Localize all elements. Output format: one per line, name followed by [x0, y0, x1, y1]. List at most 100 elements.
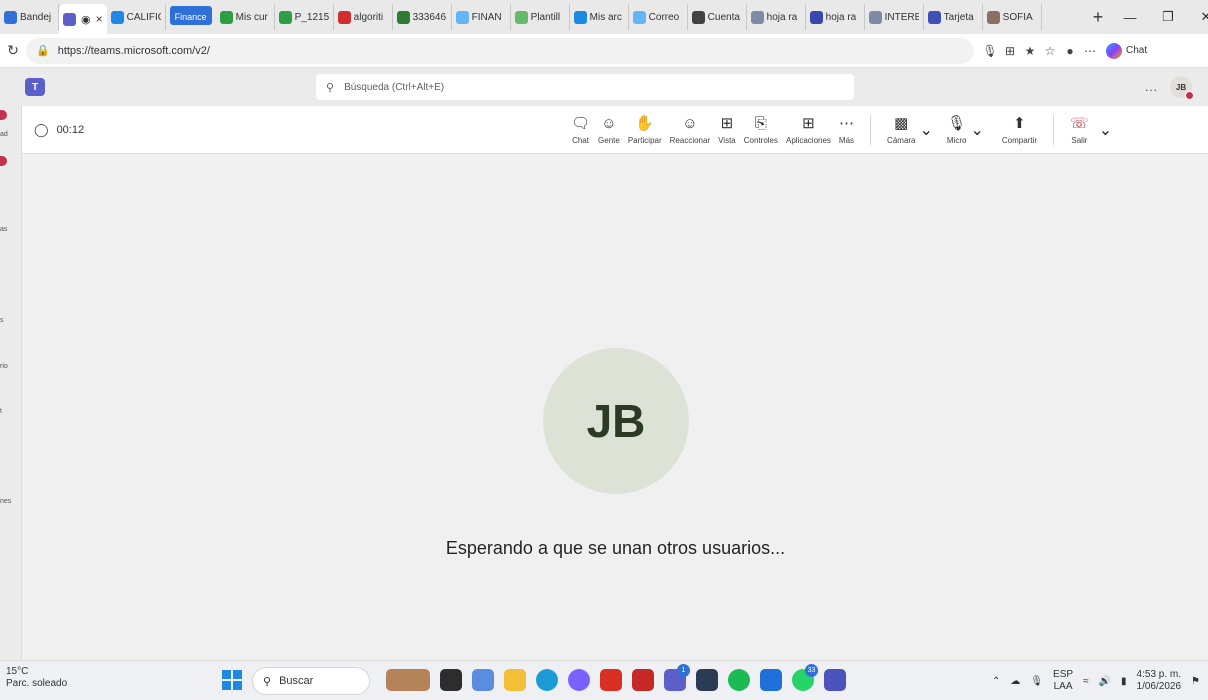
teams-more-button[interactable]: ...	[1145, 80, 1158, 94]
tab[interactable]: Correo	[629, 4, 688, 30]
weather-temp: 15°C	[6, 666, 29, 677]
tab[interactable]: Cuenta	[688, 4, 747, 30]
tab-label: 333646	[412, 11, 447, 23]
copilot-app-icon[interactable]	[568, 669, 590, 691]
tab[interactable]: P_1215	[275, 4, 334, 30]
copilot-icon	[1106, 42, 1122, 59]
minimize-icon[interactable]: —	[1111, 10, 1149, 25]
battery-icon[interactable]: ▮	[1121, 676, 1127, 687]
control-more-button[interactable]: ⋯ Más	[835, 106, 858, 154]
file-explorer-icon[interactable]	[504, 669, 526, 691]
outlook-icon[interactable]	[760, 669, 782, 691]
browser-menu-icon[interactable]: ⋯	[1080, 44, 1100, 58]
tab[interactable]: hoja ra	[747, 4, 806, 30]
tab[interactable]: INTERE	[865, 4, 924, 30]
favorite-star-icon[interactable]: ★	[1020, 44, 1040, 58]
rail-item-label[interactable]: rio	[0, 363, 8, 370]
tab-label: Mis arc	[589, 11, 622, 23]
share-button[interactable]: ⬆ Compartir	[998, 106, 1041, 154]
mic-button[interactable]: 🎙 Micro	[943, 106, 971, 154]
tab-active[interactable]: ◉ ×	[59, 4, 107, 34]
tab[interactable]: Bandej	[0, 4, 59, 30]
leave-options-chevron-icon[interactable]: ⌄	[1099, 120, 1112, 140]
spotify-icon[interactable]	[728, 669, 750, 691]
rail-item-label[interactable]: s	[0, 317, 4, 324]
edge-browser-icon[interactable]	[536, 669, 558, 691]
close-tab-icon[interactable]: ×	[96, 12, 103, 26]
reload-icon[interactable]: ↻	[0, 42, 26, 59]
control-add-apps-button[interactable]: ⊞ Aplicaciones	[782, 106, 835, 154]
new-tab-button[interactable]: +	[1085, 7, 1111, 28]
tab[interactable]: Plantill	[511, 4, 570, 30]
tab[interactable]: 333646	[393, 4, 452, 30]
control-chat-button[interactable]: 🗨 Chat	[567, 106, 594, 154]
cloud-icon[interactable]: ☁	[1010, 676, 1020, 687]
tab[interactable]: Tarjeta	[924, 4, 983, 30]
tab[interactable]: FINAN	[452, 4, 511, 30]
control-grid-button[interactable]: ⊞ Vista	[714, 106, 740, 154]
tab[interactable]: Mis arc	[570, 4, 629, 30]
favorites-list-icon[interactable]: ☆	[1040, 44, 1060, 58]
tray-mic-icon[interactable]: 🎙	[1030, 676, 1043, 687]
rail-item-label[interactable]: t	[0, 408, 2, 415]
tab[interactable]: SOFIA	[983, 4, 1042, 30]
control-raise-hand-button[interactable]: ✋ Participar	[624, 106, 666, 154]
microphone-icon[interactable]: 🎙	[980, 44, 1000, 58]
store-app-icon[interactable]	[696, 669, 718, 691]
control-controls-button[interactable]: ⎘ Controles	[740, 106, 782, 154]
control-smiley-button[interactable]: ☺ Reaccionar	[666, 106, 714, 154]
teams-work-icon[interactable]	[824, 669, 846, 691]
restore-icon[interactable]: ❐	[1149, 9, 1187, 25]
apps-icon[interactable]: ⊞	[1000, 44, 1020, 58]
volume-icon[interactable]: 🔊	[1099, 676, 1111, 687]
control-people-button[interactable]: ☺ Gente	[594, 106, 624, 154]
shield-icon[interactable]: ◯	[34, 122, 49, 138]
teams-logo-icon[interactable]: T	[25, 78, 45, 96]
rail-item-label[interactable]: nes	[0, 498, 11, 505]
clock[interactable]: 4:53 p. m. 1/06/2026	[1137, 669, 1182, 693]
waiting-message: Esperando a que se unan otros usuarios..…	[445, 538, 786, 558]
control-label: Participar	[627, 135, 662, 145]
taskbar-search[interactable]: ⚲ Buscar	[252, 667, 370, 695]
lock-icon[interactable]: 🔒	[36, 44, 50, 57]
rail-item-label[interactable]: ad	[0, 131, 8, 138]
mcafee-icon[interactable]	[632, 669, 654, 691]
rail-item-label[interactable]: as	[0, 226, 7, 233]
search-placeholder: Búsqueda (Ctrl+Alt+E)	[344, 81, 445, 93]
wifi-icon[interactable]: ≈	[1083, 676, 1089, 687]
l-app-icon[interactable]	[600, 669, 622, 691]
leave-button[interactable]: ☏ Salir	[1066, 106, 1093, 154]
widgets-icon[interactable]	[386, 669, 430, 691]
browser-toolbar-icons: 🎙 ⊞ ★ ☆ ● ⋯	[980, 44, 1100, 58]
recording-icon: ◉	[81, 13, 91, 26]
tab[interactable]: algoriti	[334, 4, 393, 30]
notifications-icon[interactable]: ⚑	[1191, 676, 1200, 687]
address-bar: ↻ 🔒 https://teams.microsoft.com/v2/ 🎙 ⊞ …	[0, 34, 1208, 68]
show-hidden-icons-icon[interactable]: ⌃	[992, 676, 1000, 687]
teams-badge: 1	[677, 664, 690, 677]
user-avatar[interactable]: JB	[1170, 76, 1194, 100]
tab[interactable]: CALIFIC	[107, 4, 166, 30]
language-indicator[interactable]: ESP LAA	[1053, 669, 1073, 693]
close-window-icon[interactable]: ✕	[1187, 9, 1208, 25]
weather-widget[interactable]: 15°C Parc. soleado	[6, 666, 67, 690]
copilot-chat-button[interactable]: Chat	[1106, 42, 1147, 59]
camera-button[interactable]: ▩ Cámara	[883, 106, 919, 154]
window-controls: — ❐ ✕	[1111, 9, 1208, 25]
teams-app-icon[interactable]: 1	[664, 664, 690, 691]
whatsapp-icon[interactable]: 33	[792, 664, 818, 691]
control-label: Más	[838, 135, 855, 145]
task-view-icon[interactable]	[440, 669, 462, 691]
tab[interactable]: Mis cur	[216, 4, 275, 30]
teams-search-input[interactable]: ⚲ Búsqueda (Ctrl+Alt+E)	[316, 74, 854, 100]
windows-start-icon[interactable]	[222, 670, 242, 690]
camera-options-chevron-icon[interactable]: ⌄	[920, 120, 933, 140]
settings-app-icon[interactable]	[472, 669, 494, 691]
camera-label: Cámara	[887, 135, 916, 145]
profile-icon[interactable]: ●	[1060, 44, 1080, 58]
tab[interactable]: hoja ra	[806, 4, 865, 30]
tab-group-finance[interactable]: Finance	[166, 4, 216, 30]
tab-label: Cuenta	[707, 11, 740, 23]
mic-options-chevron-icon[interactable]: ⌄	[970, 120, 983, 140]
url-field[interactable]: 🔒 https://teams.microsoft.com/v2/	[26, 37, 974, 64]
